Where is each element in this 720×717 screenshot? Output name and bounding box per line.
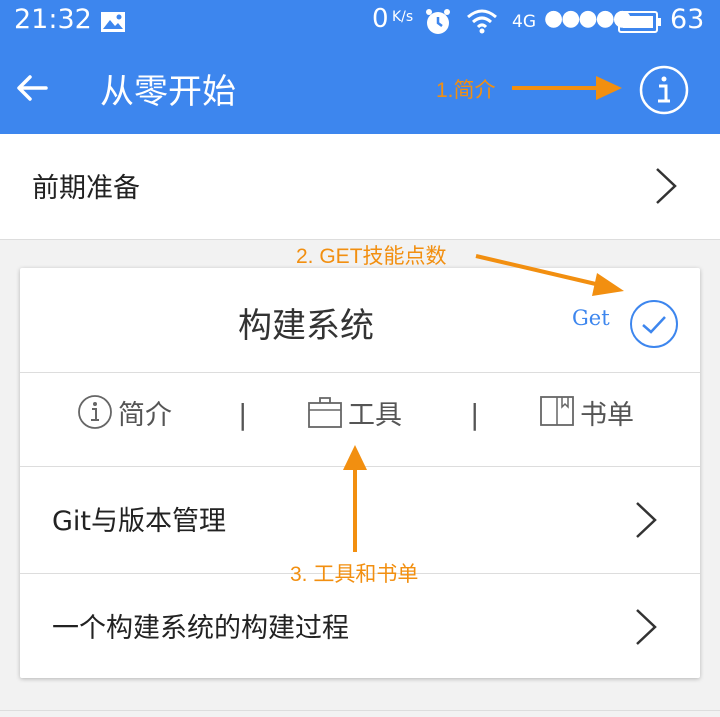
section-row-preparation[interactable]: 前期准备 <box>0 134 720 240</box>
tab-tools[interactable]: 工具 <box>306 390 402 434</box>
network-type: 4G <box>512 12 536 32</box>
list-item[interactable]: 一个构建系统的构建过程 <box>20 574 700 678</box>
tab-label: 书单 <box>580 399 634 431</box>
section-label: 前期准备 <box>32 173 140 204</box>
info-icon <box>78 395 112 429</box>
status-speed-unit: K/s <box>392 9 414 25</box>
battery-icon <box>618 11 661 33</box>
tab-booklist[interactable]: 书单 <box>538 390 634 434</box>
toolbox-icon <box>308 397 342 428</box>
annotation-tools: 3. 工具和书单 <box>290 563 419 586</box>
status-speed: 0 <box>372 4 389 34</box>
gallery-icon <box>101 12 125 32</box>
annotation-intro: 1.简介 <box>436 79 496 102</box>
chevron-right-icon <box>636 609 657 645</box>
back-arrow-icon[interactable] <box>14 70 50 106</box>
status-bar: 21:32 0 K/s 4G ●●●●● 63 <box>0 0 720 44</box>
tab-separator: | <box>470 398 480 431</box>
tab-intro[interactable]: 简介 <box>76 390 172 434</box>
divider <box>0 710 720 711</box>
tab-label: 工具 <box>348 399 402 431</box>
status-time: 21:32 <box>14 4 92 35</box>
app-header: 21:32 0 K/s 4G ●●●●● 63 从零开始 <box>0 0 720 134</box>
wifi-icon <box>467 9 497 34</box>
page-title: 从零开始 <box>100 72 236 112</box>
battery-percent: 63 <box>670 4 705 35</box>
check-circle-icon[interactable] <box>628 298 680 350</box>
annotation-skill: 2. GET技能点数 <box>296 245 447 268</box>
divider <box>20 372 700 373</box>
tab-separator: | <box>238 398 248 431</box>
list-item-label: 一个构建系统的构建过程 <box>52 613 349 644</box>
book-icon <box>540 396 574 426</box>
info-icon[interactable] <box>638 64 690 116</box>
topic-card: 构建系统 Get 简介 | 工具 | 书单 Git与版本管理 一个构建系统的构建… <box>20 268 700 678</box>
list-item-label: Git与版本管理 <box>52 506 227 537</box>
chevron-right-icon <box>636 502 657 538</box>
alarm-icon <box>426 9 450 34</box>
chevron-right-icon <box>656 168 677 204</box>
get-label[interactable]: Get <box>572 306 610 330</box>
tab-label: 简介 <box>118 399 172 431</box>
card-title: 构建系统 <box>238 306 374 346</box>
